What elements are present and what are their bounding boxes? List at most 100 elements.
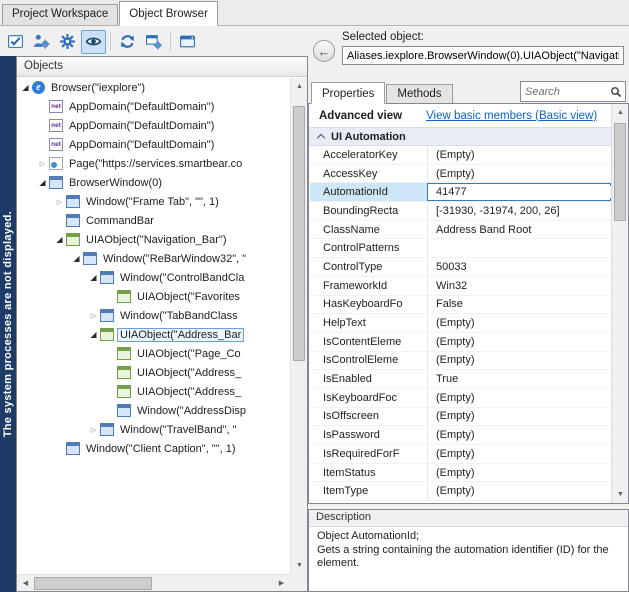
property-value[interactable]: True bbox=[428, 373, 611, 385]
tree-vertical-scrollbar[interactable]: ▲ ▼ bbox=[290, 78, 307, 574]
collapse-icon[interactable]: ◢ bbox=[70, 254, 83, 263]
section-ui-automation[interactable]: UI Automation bbox=[309, 127, 611, 146]
tree-item[interactable]: UIAObject("Favorites bbox=[17, 287, 290, 306]
show-objects-button[interactable] bbox=[81, 30, 106, 54]
tree-item[interactable]: ▷Window("TravelBand", " bbox=[17, 420, 290, 439]
property-row[interactable]: HelpText(Empty) bbox=[310, 314, 611, 333]
tree-vscroll-thumb[interactable] bbox=[293, 106, 305, 361]
property-row[interactable]: FrameworkIdWin32 bbox=[310, 277, 611, 296]
collapse-icon[interactable]: ◢ bbox=[53, 235, 66, 244]
window-view-button[interactable] bbox=[175, 30, 200, 54]
properties-scroll-thumb[interactable] bbox=[614, 123, 626, 221]
object-spy-button[interactable] bbox=[29, 30, 54, 54]
search-icon[interactable] bbox=[610, 86, 622, 98]
property-row[interactable]: BoundingRecta[-31930, -31974, 200, 26] bbox=[310, 202, 611, 221]
property-value[interactable]: (Empty) bbox=[428, 429, 611, 441]
tree-item[interactable]: AppDomain("DefaultDomain") bbox=[17, 135, 290, 154]
expand-icon[interactable]: ▷ bbox=[36, 160, 49, 168]
tree-item[interactable]: AppDomain("DefaultDomain") bbox=[17, 116, 290, 135]
tree-item[interactable]: AppDomain("DefaultDomain") bbox=[17, 97, 290, 116]
tree-item[interactable]: Window("AddressDisp bbox=[17, 401, 290, 420]
property-row[interactable]: IsRequiredForF(Empty) bbox=[310, 445, 611, 464]
property-value[interactable]: Address Band Root bbox=[428, 224, 611, 236]
property-value[interactable]: (Empty) bbox=[428, 168, 611, 180]
highlight-object-button[interactable] bbox=[3, 30, 28, 54]
tree-item[interactable]: ◢Window("ReBarWindow32", " bbox=[17, 249, 290, 268]
scroll-left-icon[interactable]: ◀ bbox=[17, 575, 34, 592]
properties-scrollbar[interactable]: ▲ ▼ bbox=[611, 104, 628, 503]
basic-view-link[interactable]: View basic members (Basic view) bbox=[426, 110, 597, 122]
tree-item[interactable]: UIAObject("Address_ bbox=[17, 363, 290, 382]
property-value[interactable]: (Empty) bbox=[428, 392, 611, 404]
collapse-icon[interactable]: ◢ bbox=[19, 83, 32, 92]
property-value[interactable]: 50033 bbox=[428, 261, 611, 273]
property-value[interactable]: (Empty) bbox=[428, 149, 611, 161]
property-value[interactable]: (Empty) bbox=[428, 467, 611, 479]
tab-methods[interactable]: Methods bbox=[386, 84, 452, 103]
selected-object-input[interactable] bbox=[342, 46, 624, 65]
tree-item[interactable]: CommandBar bbox=[17, 211, 290, 230]
tree-item[interactable]: ◢Browser("iexplore") bbox=[17, 78, 290, 97]
property-value[interactable]: 41477 bbox=[428, 186, 611, 198]
property-row[interactable]: ClassNameAddress Band Root bbox=[310, 221, 611, 240]
property-row[interactable]: AutomationId41477 bbox=[310, 183, 611, 202]
settings-button[interactable] bbox=[55, 30, 80, 54]
tree-item[interactable]: Window("Client Caption", "", 1) bbox=[17, 439, 290, 458]
advanced-settings-button[interactable] bbox=[141, 30, 166, 54]
property-row[interactable]: ControlType50033 bbox=[310, 258, 611, 277]
property-row[interactable]: ItemStatus(Empty) bbox=[310, 464, 611, 483]
property-value[interactable]: [-31930, -31974, 200, 26] bbox=[428, 205, 611, 217]
expand-icon[interactable]: ▷ bbox=[87, 312, 100, 320]
property-row[interactable]: IsKeyboardFoc(Empty) bbox=[310, 389, 611, 408]
scroll-right-icon[interactable]: ▶ bbox=[273, 575, 290, 592]
tab-properties[interactable]: Properties bbox=[311, 82, 385, 104]
property-value[interactable]: (Empty) bbox=[428, 317, 611, 329]
property-row[interactable]: IsControlEleme(Empty) bbox=[310, 352, 611, 371]
property-row[interactable]: AcceleratorKey(Empty) bbox=[310, 146, 611, 165]
tree-item[interactable]: UIAObject("Address_ bbox=[17, 382, 290, 401]
scroll-down-icon[interactable]: ▼ bbox=[291, 557, 308, 574]
tree-item[interactable]: ▷Window("Frame Tab", "", 1) bbox=[17, 192, 290, 211]
tree-hscroll-thumb[interactable] bbox=[34, 577, 152, 590]
scroll-up-icon[interactable]: ▲ bbox=[291, 78, 308, 95]
property-row[interactable]: IsEnabledTrue bbox=[310, 370, 611, 389]
tree-item-label: UIAObject("Favorites bbox=[134, 290, 243, 304]
collapse-icon[interactable]: ◢ bbox=[87, 330, 100, 339]
expand-icon[interactable]: ▷ bbox=[87, 426, 100, 434]
scroll-up-icon[interactable]: ▲ bbox=[612, 104, 629, 121]
tree-item[interactable]: ◢BrowserWindow(0) bbox=[17, 173, 290, 192]
tree-item[interactable]: UIAObject("Page_Co bbox=[17, 344, 290, 363]
property-value[interactable]: (Empty) bbox=[428, 448, 611, 460]
property-row[interactable]: ItemType(Empty) bbox=[310, 482, 611, 501]
scroll-down-icon[interactable]: ▼ bbox=[612, 486, 629, 503]
property-row[interactable]: IsOffscreen(Empty) bbox=[310, 408, 611, 427]
property-value[interactable]: False bbox=[428, 298, 611, 310]
property-row[interactable]: IsContentEleme(Empty) bbox=[310, 333, 611, 352]
tree-item-label: UIAObject("Address_ bbox=[134, 385, 244, 399]
property-row[interactable]: ControlPatterns bbox=[310, 239, 611, 258]
property-value[interactable]: (Empty) bbox=[428, 336, 611, 348]
inspector-panel: ← Selected object: Properties Methods Ad… bbox=[308, 26, 629, 592]
tree-horizontal-scrollbar[interactable]: ◀ ▶ bbox=[17, 574, 290, 591]
search-input[interactable] bbox=[521, 84, 610, 100]
tree-item[interactable]: ▷Page("https://services.smartbear.co bbox=[17, 154, 290, 173]
property-row[interactable]: HasKeyboardFoFalse bbox=[310, 296, 611, 315]
property-value[interactable]: Win32 bbox=[428, 280, 611, 292]
tree-item[interactable]: ▷Window("TabBandClass bbox=[17, 306, 290, 325]
tree-item[interactable]: ◢Window("ControlBandCla bbox=[17, 268, 290, 287]
expand-icon[interactable]: ▷ bbox=[53, 198, 66, 206]
property-row[interactable]: AccessKey(Empty) bbox=[310, 165, 611, 184]
tab-project-workspace[interactable]: Project Workspace bbox=[2, 4, 118, 25]
tree-item[interactable]: ◢UIAObject("Address_Bar bbox=[17, 325, 290, 344]
collapse-icon[interactable]: ◢ bbox=[87, 273, 100, 282]
back-button[interactable]: ← bbox=[313, 40, 335, 62]
refresh-button[interactable] bbox=[115, 30, 140, 54]
collapse-icon[interactable]: ◢ bbox=[36, 178, 49, 187]
tree-item[interactable]: ◢UIAObject("Navigation_Bar") bbox=[17, 230, 290, 249]
property-value[interactable]: (Empty) bbox=[428, 410, 611, 422]
tree-item-label: Window("AddressDisp bbox=[134, 404, 249, 418]
tab-object-browser[interactable]: Object Browser bbox=[119, 1, 218, 26]
property-value[interactable]: (Empty) bbox=[428, 485, 611, 497]
property-row[interactable]: IsPassword(Empty) bbox=[310, 426, 611, 445]
property-value[interactable]: (Empty) bbox=[428, 354, 611, 366]
